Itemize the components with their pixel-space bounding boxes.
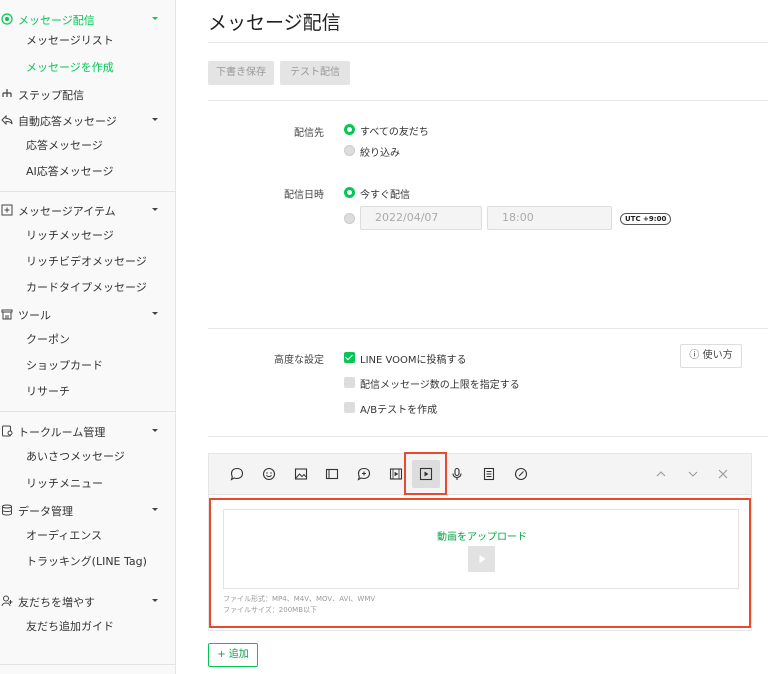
sidebar-group-label: 友だちを増やす (18, 596, 95, 609)
divider (208, 436, 768, 437)
sidebar-group-label: ステップ配信 (18, 89, 84, 102)
option-filter: 絞り込み (360, 148, 400, 159)
highlight-video-tab (404, 452, 447, 495)
sidebar-group-tool[interactable]: ツール (0, 301, 176, 327)
divider (208, 42, 768, 43)
link-icon[interactable] (513, 466, 529, 482)
tool-icon (0, 307, 14, 321)
option-ab-test: A/Bテストを作成 (360, 405, 438, 416)
sidebar-item-tracking[interactable]: トラッキング(LINE Tag) (26, 549, 147, 575)
caret-down-icon[interactable] (150, 504, 160, 514)
sidebar-group-label: データ管理 (18, 505, 73, 518)
database-icon (0, 503, 14, 517)
page-title: メッセージ配信 (208, 12, 341, 34)
option-line-voom: LINE VOOMに投稿する (360, 355, 467, 366)
add-friend-icon (0, 594, 14, 608)
sidebar-item-create-message[interactable]: メッセージを作成 (26, 55, 114, 81)
sidebar-item-research[interactable]: リサーチ (26, 379, 70, 405)
sticker-icon[interactable] (261, 466, 277, 482)
sidebar-item-card-type[interactable]: カードタイプメッセージ (26, 275, 147, 301)
checkbox-line-voom[interactable] (344, 352, 355, 363)
survey-icon[interactable] (481, 466, 497, 482)
sidebar-item-rich-menu[interactable]: リッチメニュー (26, 471, 103, 497)
chevron-up-icon[interactable] (653, 466, 669, 482)
sidebar-group-data[interactable]: データ管理 (0, 497, 176, 523)
option-message-limit: 配信メッセージ数の上限を指定する (360, 380, 520, 391)
sidebar-item-ai-reply[interactable]: AI応答メッセージ (26, 159, 114, 185)
sidebar: メッセージ配信 メッセージリスト メッセージを作成 ステップ配信 自動応答メッセ… (0, 0, 176, 674)
image-icon[interactable] (293, 466, 309, 482)
microphone-icon[interactable] (449, 466, 465, 482)
sidebar-item-message-list[interactable]: メッセージリスト (26, 28, 114, 54)
divider (208, 100, 768, 101)
advanced-label: 高度な設定 (274, 355, 324, 366)
chatroom-icon (0, 424, 14, 438)
caret-down-icon[interactable] (150, 308, 160, 318)
option-send-now: 今すぐ配信 (360, 190, 410, 201)
sidebar-group-chatroom[interactable]: トークルーム管理 (0, 418, 176, 444)
caret-down-icon[interactable] (150, 425, 160, 435)
sidebar-item-shop-card[interactable]: ショップカード (26, 353, 103, 379)
sidebar-item-rich-video[interactable]: リッチビデオメッセージ (26, 249, 147, 275)
sidebar-group-step[interactable]: ステップ配信 (0, 81, 176, 107)
sidebar-item-rich-message[interactable]: リッチメッセージ (26, 223, 114, 249)
recipient-label: 配信先 (294, 128, 324, 139)
sidebar-item-reply-message[interactable]: 応答メッセージ (26, 133, 103, 159)
close-icon[interactable] (715, 466, 731, 482)
sidebar-group-label: メッセージアイテム (18, 205, 116, 218)
caret-down-icon[interactable] (150, 114, 160, 124)
schedule-label: 配信日時 (284, 190, 324, 201)
time-input[interactable]: 18:00 (487, 206, 612, 230)
sidebar-item-coupon[interactable]: クーポン (26, 327, 70, 353)
text-bubble-icon[interactable] (229, 466, 245, 482)
broadcast-icon (0, 12, 14, 26)
chevron-down-icon[interactable] (685, 466, 701, 482)
sidebar-group-message-item[interactable]: メッセージアイテム (0, 197, 176, 223)
sidebar-item-friend-guide[interactable]: 友だち追加ガイド (26, 614, 114, 640)
sidebar-group-auto-reply[interactable]: 自動応答メッセージ (0, 107, 176, 133)
sidebar-group-label: トークルーム管理 (18, 426, 106, 439)
divider (208, 328, 768, 329)
sidebar-group-label: 自動応答メッセージ (18, 115, 117, 128)
draft-save-button[interactable]: 下書き保存 (208, 61, 274, 85)
radio-scheduled[interactable] (344, 213, 355, 224)
caret-down-icon[interactable] (150, 13, 160, 23)
timezone-badge: UTC +9:00 (620, 213, 672, 225)
auto-reply-icon (0, 113, 14, 127)
caret-down-icon[interactable] (150, 595, 160, 605)
checkbox-message-limit[interactable] (344, 377, 355, 388)
sidebar-divider (0, 411, 176, 412)
radio-send-now[interactable] (344, 187, 355, 198)
step-icon (0, 87, 14, 101)
how-to-use-button[interactable]: ⓘ 使い方 (680, 344, 742, 368)
radio-all-friends[interactable] (344, 124, 355, 135)
highlight-upload-area (209, 498, 751, 628)
message-item-icon (0, 203, 14, 217)
editor-toolbar (209, 454, 751, 495)
caret-down-icon[interactable] (150, 204, 160, 214)
sidebar-group-label: メッセージ配信 (18, 14, 95, 27)
radio-filter[interactable] (344, 145, 355, 156)
sidebar-divider (0, 664, 176, 665)
card-icon[interactable] (324, 466, 340, 482)
sidebar-group-add-friends[interactable]: 友だちを増やす (0, 588, 176, 614)
coupon-add-icon[interactable] (356, 466, 372, 482)
rich-video-icon[interactable] (388, 466, 404, 482)
date-input[interactable]: 2022/04/07 (360, 206, 482, 230)
sidebar-item-greeting[interactable]: あいさつメッセージ (26, 444, 125, 470)
sidebar-group-label: ツール (18, 309, 51, 322)
checkbox-ab-test[interactable] (344, 402, 355, 413)
sidebar-divider (0, 191, 176, 192)
sidebar-item-audience[interactable]: オーディエンス (26, 523, 102, 549)
option-all-friends: すべての友だち (360, 127, 429, 138)
test-send-button[interactable]: テスト配信 (280, 61, 350, 85)
add-button[interactable]: + 追加 (208, 643, 258, 667)
